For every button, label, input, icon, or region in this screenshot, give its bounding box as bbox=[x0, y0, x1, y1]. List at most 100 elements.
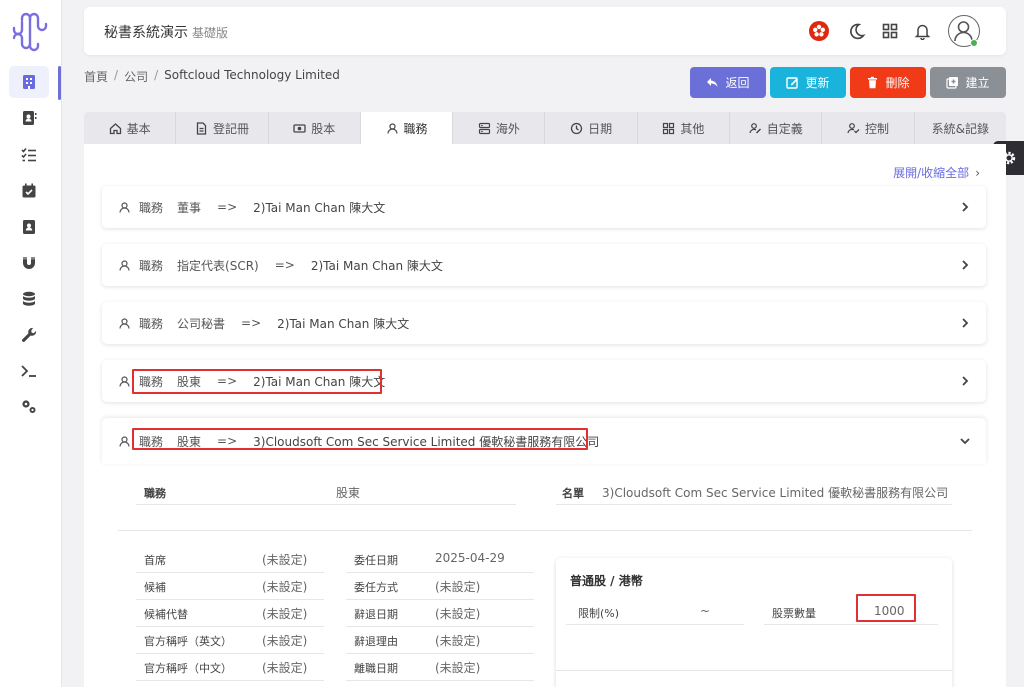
tab-bar: 基本 登記冊 股本 職務 海外 日期 其他 自定義 控制 系統&記錄 bbox=[84, 112, 1006, 144]
online-status-dot bbox=[970, 39, 978, 47]
field-value: (未設定) bbox=[435, 580, 481, 594]
delete-button[interactable]: 刪除 bbox=[850, 67, 926, 98]
field-resignation-date: 辭退日期 (未設定) bbox=[354, 606, 534, 626]
role-row-secretary[interactable]: 職務 公司秘書 => 2)Tai Man Chan 陳大文 bbox=[102, 302, 986, 344]
field-alternate-for: 候補代替 (未設定) bbox=[144, 606, 324, 626]
app-title-text: 秘書系統演示 bbox=[104, 25, 188, 41]
sidebar-item-company[interactable] bbox=[9, 66, 49, 98]
tab-dates[interactable]: 日期 bbox=[545, 112, 638, 144]
field-value: 2025-04-29 bbox=[435, 551, 505, 565]
tab-label: 基本 bbox=[126, 121, 151, 136]
field-label: 候補 bbox=[144, 581, 166, 594]
chevron-right-icon bbox=[962, 202, 969, 212]
breadcrumb-separator: / bbox=[154, 68, 159, 82]
role-key: 職務 bbox=[139, 258, 164, 273]
back-button[interactable]: 返回 bbox=[690, 67, 766, 98]
update-button[interactable]: 更新 bbox=[770, 67, 846, 98]
tab-register[interactable]: 登記冊 bbox=[176, 112, 269, 144]
field-value: (未設定) bbox=[262, 661, 308, 675]
role-name: 指定代表(SCR) bbox=[177, 258, 259, 273]
field-divider bbox=[136, 572, 324, 573]
gears-icon bbox=[22, 400, 36, 413]
tab-positions[interactable]: 職務 bbox=[360, 112, 454, 144]
role-key: 職務 bbox=[139, 316, 164, 331]
tab-system-log[interactable]: 系統&記錄 bbox=[915, 112, 1006, 144]
share-class-title: 普通股 / 港幣 bbox=[570, 574, 643, 588]
field-divider bbox=[566, 624, 744, 625]
field-divider bbox=[556, 504, 952, 505]
field-label: 候補代替 bbox=[144, 608, 188, 621]
user-check-icon bbox=[847, 122, 860, 133]
building-icon bbox=[23, 75, 35, 89]
detail-name-field: 名單 3)Cloudsoft Com Sec Service Limited 優… bbox=[562, 485, 962, 505]
notifications-button[interactable] bbox=[911, 20, 933, 42]
field-label: 委任日期 bbox=[354, 554, 398, 567]
field-value: (未設定) bbox=[262, 634, 308, 648]
field-value: (未設定) bbox=[262, 553, 308, 567]
app-edition: 基礎版 bbox=[192, 26, 229, 40]
sidebar-item-calendar[interactable] bbox=[9, 175, 49, 207]
tab-other[interactable]: 其他 bbox=[638, 112, 731, 144]
tab-label: 海外 bbox=[495, 121, 520, 136]
language-flag-button[interactable] bbox=[808, 20, 830, 42]
user-icon bbox=[386, 122, 398, 134]
sidebar-item-records[interactable] bbox=[9, 211, 49, 243]
share-class-card: 普通股 / 港幣 限制(%) ~ 股票數量 1000 bbox=[556, 558, 952, 687]
role-person: 2)Tai Man Chan 陳大文 bbox=[310, 258, 443, 273]
sidebar-item-terminal[interactable] bbox=[9, 355, 49, 387]
create-button-label: 建立 bbox=[965, 76, 990, 90]
tab-overseas[interactable]: 海外 bbox=[453, 112, 546, 144]
positions-panel: 展開/收縮全部 › 職務 董事 => 2)Tai Man Chan 陳大文 職務 … bbox=[84, 144, 1006, 687]
field-label: 官方稱呼（中文） bbox=[144, 662, 232, 675]
field-appointment-method: 委任方式 (未設定) bbox=[354, 579, 534, 599]
field-divider bbox=[346, 626, 534, 627]
create-button[interactable]: 建立 bbox=[930, 67, 1006, 98]
tab-custom[interactable]: 自定義 bbox=[730, 112, 823, 144]
server-icon bbox=[478, 122, 490, 134]
field-divider bbox=[346, 653, 534, 654]
sidebar-item-contacts[interactable] bbox=[9, 102, 49, 134]
field-label: 官方稱呼（英文） bbox=[144, 635, 232, 648]
sidebar-item-database[interactable] bbox=[9, 283, 49, 315]
share-limit-field: 限制(%) ~ bbox=[578, 604, 738, 625]
chevron-right-icon bbox=[962, 260, 969, 270]
user-icon bbox=[119, 317, 130, 329]
app-title: 秘書系統演示 基礎版 bbox=[104, 22, 228, 42]
hong-kong-flag-icon bbox=[809, 21, 829, 41]
delete-button-label: 刪除 bbox=[885, 76, 910, 90]
apps-button[interactable] bbox=[879, 20, 901, 42]
sidebar-item-tools[interactable] bbox=[9, 319, 49, 351]
contact-card-icon bbox=[23, 220, 35, 234]
role-person: 2)Tai Man Chan 陳大文 bbox=[253, 200, 386, 215]
breadcrumb-home[interactable]: 首頁 bbox=[84, 68, 108, 85]
tab-share-capital[interactable]: 股本 bbox=[269, 112, 361, 144]
sidebar-item-tasks[interactable] bbox=[9, 139, 49, 171]
tab-label: 日期 bbox=[588, 121, 613, 136]
wrench-icon bbox=[22, 327, 37, 342]
field-title-en: 官方稱呼（英文） (未設定) bbox=[144, 633, 324, 653]
chevron-right-icon: › bbox=[975, 166, 980, 180]
bell-icon bbox=[914, 24, 930, 40]
sidebar-item-magnet[interactable] bbox=[9, 247, 49, 279]
breadcrumb-company[interactable]: 公司 bbox=[124, 68, 148, 85]
tab-label: 職務 bbox=[403, 121, 428, 136]
role-row-director[interactable]: 職務 董事 => 2)Tai Man Chan 陳大文 bbox=[102, 186, 986, 228]
expand-collapse-all-link[interactable]: 展開/收縮全部 › bbox=[893, 164, 980, 181]
highlight-box bbox=[132, 428, 588, 450]
field-label: 辭退理由 bbox=[354, 635, 398, 648]
tab-basic[interactable]: 基本 bbox=[84, 112, 177, 144]
dark-mode-button[interactable] bbox=[846, 20, 868, 42]
calendar-check-icon bbox=[22, 183, 36, 198]
sidebar-item-settings[interactable] bbox=[9, 391, 49, 423]
share-limit-label: 限制(%) bbox=[578, 607, 620, 620]
role-row-scr[interactable]: 職務 指定代表(SCR) => 2)Tai Man Chan 陳大文 bbox=[102, 244, 986, 286]
app-logo-icon[interactable] bbox=[8, 12, 52, 52]
field-divider bbox=[136, 504, 516, 505]
chevron-right-icon bbox=[962, 318, 969, 328]
expand-collapse-all-label: 展開/收縮全部 bbox=[893, 166, 970, 180]
field-divider bbox=[136, 680, 324, 681]
role-arrow: => bbox=[241, 316, 262, 330]
tab-control[interactable]: 控制 bbox=[822, 112, 915, 144]
grid-icon bbox=[882, 23, 898, 39]
field-label: 首席 bbox=[144, 554, 166, 567]
